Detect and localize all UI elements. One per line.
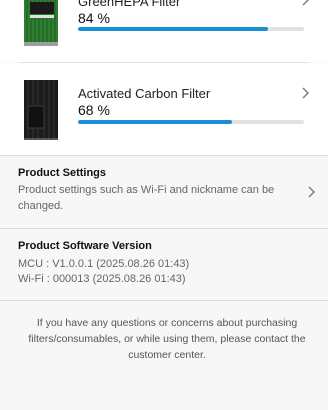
divider (0, 228, 328, 229)
product-settings-title: Product Settings (18, 167, 107, 179)
customer-center-note: If you have any questions or concerns ab… (28, 317, 306, 361)
greenhepa-filter-name: GreenHEPA Filter (78, 0, 181, 9)
greenhepa-progress-fill (78, 27, 268, 31)
divider (0, 300, 328, 301)
greenhepa-progress-track (78, 27, 304, 31)
mcu-version: MCU : V1.0.0.1 (2025.08.26 01:43) (18, 258, 190, 270)
product-settings-description: Product settings such as Wi-Fi and nickn… (18, 184, 275, 212)
greenhepa-filter-image (24, 0, 58, 46)
filter-management-page: GreenHEPA Filter 84 % Activated Carbon F… (0, 0, 328, 410)
activated-carbon-filter-name: Activated Carbon Filter (78, 86, 211, 101)
filter-card-greenhepa[interactable]: GreenHEPA Filter 84 % (0, 0, 328, 62)
activated-carbon-filter-percent: 68 % (78, 102, 110, 118)
activated-carbon-filter-image (24, 80, 58, 140)
activated-carbon-progress-track (78, 120, 304, 124)
filter-card-activated-carbon[interactable]: Activated Carbon Filter 68 % (0, 63, 328, 155)
software-version-section: Product Software Version MCU : V1.0.0.1 … (0, 232, 328, 302)
activated-carbon-progress-fill (78, 120, 232, 124)
chevron-right-icon (302, 87, 309, 99)
divider (0, 155, 328, 156)
greenhepa-filter-percent: 84 % (78, 10, 110, 26)
product-settings-row[interactable]: Product Settings Product settings such a… (0, 160, 328, 226)
software-version-title: Product Software Version (18, 240, 152, 252)
wifi-version: Wi-Fi : 000013 (2025.08.26 01:43) (18, 273, 186, 285)
chevron-right-icon (302, 0, 309, 6)
chevron-right-icon (308, 186, 315, 198)
